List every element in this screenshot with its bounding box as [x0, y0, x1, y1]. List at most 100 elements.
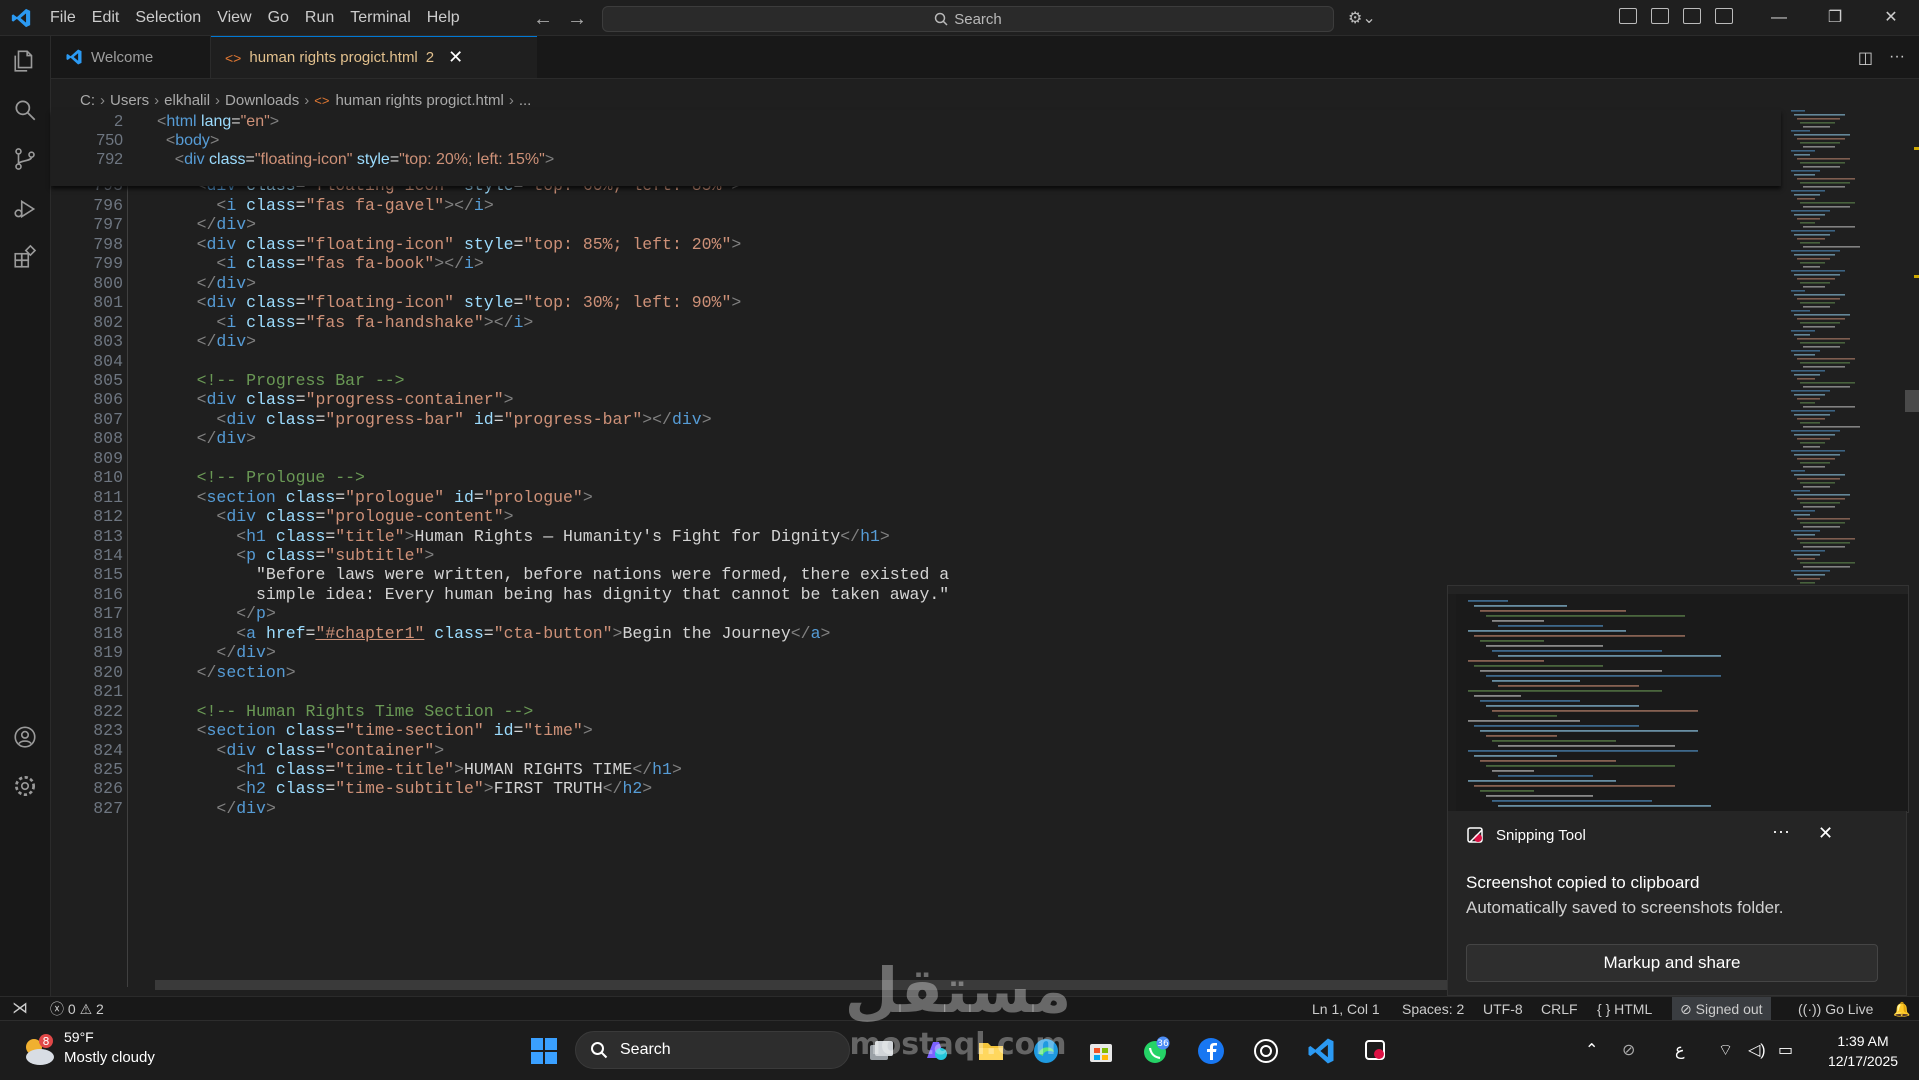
close-window-button[interactable]: ✕: [1863, 0, 1919, 35]
task-view-icon[interactable]: [866, 1036, 896, 1066]
snipping-tool-taskbar-icon[interactable]: [1361, 1036, 1391, 1066]
file-explorer-icon[interactable]: [976, 1036, 1006, 1066]
cursor-position[interactable]: Ln 1, Col 1: [1312, 997, 1380, 1021]
editor-actions: ◫ ···: [1858, 48, 1905, 68]
preview-line: [1480, 790, 1534, 792]
breadcrumb-file[interactable]: human rights progict.html: [335, 92, 503, 109]
minimap-line: [1794, 214, 1825, 216]
run-debug-icon[interactable]: [12, 196, 38, 222]
forward-arrow-icon[interactable]: →: [567, 8, 587, 31]
minimap[interactable]: [1787, 110, 1907, 590]
minimap-line: [1803, 486, 1830, 488]
minimap-line: [1803, 166, 1840, 168]
tab-human-rights-html[interactable]: <> human rights progict.html 2 ✕: [211, 36, 537, 78]
command-center-search[interactable]: Search: [602, 6, 1334, 32]
close-tab-icon[interactable]: ✕: [448, 47, 463, 68]
minimap-line: [1791, 350, 1820, 352]
accounts-status[interactable]: ⊘ Signed out: [1672, 997, 1771, 1021]
restore-button[interactable]: ❐: [1807, 0, 1863, 35]
breadcrumb-symbols[interactable]: ...: [519, 92, 532, 109]
taskbar-search[interactable]: Search: [575, 1031, 850, 1069]
breadcrumb-users[interactable]: Users: [110, 92, 149, 109]
html-file-icon: <>: [314, 92, 330, 108]
menu-help[interactable]: Help: [419, 9, 468, 27]
markup-and-share-button[interactable]: Markup and share: [1466, 944, 1878, 982]
menu-terminal[interactable]: Terminal: [342, 9, 418, 27]
minimap-line: [1797, 358, 1855, 360]
minimap-line: [1803, 126, 1830, 128]
whatsapp-icon[interactable]: 36: [1141, 1036, 1171, 1066]
problems-indicator[interactable]: ⓧ 0 ⚠ 2: [50, 997, 104, 1021]
copilot-icon[interactable]: ⚙⌄: [1348, 8, 1376, 28]
line-content: </div>: [196, 215, 257, 235]
screenshot-preview[interactable]: [1447, 585, 1909, 813]
menu-selection[interactable]: Selection: [127, 9, 209, 27]
breadcrumb-downloads[interactable]: Downloads: [225, 92, 299, 109]
vscode-logo-icon[interactable]: [10, 7, 32, 29]
system-clock[interactable]: 1:39 AM 12/17/2025: [1815, 1031, 1911, 1071]
tab-welcome[interactable]: Welcome: [51, 36, 211, 78]
chatgpt-icon[interactable]: [1251, 1036, 1281, 1066]
minimap-line: [1797, 558, 1815, 560]
line-content: <html lang="en">: [157, 113, 280, 130]
minimap-line: [1794, 154, 1810, 156]
indent-guide: [127, 117, 128, 987]
show-hidden-icons-chevron[interactable]: ⌃: [1585, 1021, 1598, 1080]
settings-gear-icon[interactable]: [12, 773, 38, 799]
line-content: <h1 class="time-title">HUMAN RIGHTS TIME…: [236, 759, 682, 779]
microsoft-store-icon[interactable]: [1086, 1036, 1116, 1066]
source-control-icon[interactable]: [12, 146, 38, 172]
notification-close-icon[interactable]: ✕: [1818, 823, 1833, 844]
search-view-icon[interactable]: [12, 97, 38, 123]
line-content: </section>: [196, 662, 296, 682]
wifi-icon[interactable]: ⌔: [1718, 1021, 1733, 1080]
edge-browser-icon[interactable]: [1031, 1036, 1061, 1066]
accounts-icon[interactable]: [12, 724, 38, 750]
notifications-bell-icon[interactable]: 🔔: [1893, 997, 1910, 1021]
toggle-primary-sidebar-icon[interactable]: [1651, 8, 1669, 24]
explorer-icon[interactable]: [12, 48, 38, 74]
toggle-panel-icon[interactable]: [1683, 8, 1701, 24]
minimap-line: [1803, 246, 1860, 248]
go-live-button[interactable]: ((·)) Go Live: [1798, 997, 1873, 1021]
menu-go[interactable]: Go: [260, 9, 297, 27]
minimap-line: [1800, 542, 1850, 544]
minimize-button[interactable]: —: [1751, 0, 1807, 35]
notification-more-icon[interactable]: ···: [1772, 821, 1790, 842]
extensions-icon[interactable]: [12, 244, 38, 270]
line-content: <body>: [165, 132, 220, 149]
menu-run[interactable]: Run: [297, 9, 342, 27]
indentation[interactable]: Spaces: 2: [1402, 997, 1464, 1021]
menu-file[interactable]: File: [42, 9, 84, 27]
back-arrow-icon[interactable]: ←: [533, 8, 553, 31]
minimap-line: [1791, 190, 1825, 192]
sync-disabled-icon[interactable]: ⊘: [1622, 1021, 1635, 1080]
split-editor-icon[interactable]: ◫: [1858, 48, 1873, 68]
breadcrumb-user[interactable]: elkhalil: [164, 92, 210, 109]
menu-edit[interactable]: Edit: [84, 9, 128, 27]
m365-copilot-icon[interactable]: [921, 1036, 951, 1066]
minimap-line: [1797, 438, 1830, 440]
language-mode[interactable]: { } HTML: [1597, 997, 1652, 1021]
vertical-scrollbar[interactable]: [1905, 110, 1919, 987]
breadcrumb-drive[interactable]: C:: [80, 92, 95, 109]
vscode-taskbar-icon[interactable]: [1306, 1036, 1336, 1066]
preview-line: [1468, 600, 1508, 602]
minimap-line: [1794, 334, 1810, 336]
remote-indicator-icon[interactable]: ⋊: [12, 997, 28, 1021]
menu-view[interactable]: View: [209, 9, 259, 27]
toggle-secondary-sidebar-icon[interactable]: [1715, 8, 1733, 24]
more-actions-icon[interactable]: ···: [1889, 48, 1905, 68]
code-line[interactable]: 792 <div class="floating-icon" style="to…: [51, 148, 1781, 171]
facebook-icon[interactable]: [1196, 1036, 1226, 1066]
customize-layout-icon[interactable]: [1619, 8, 1637, 24]
volume-icon[interactable]: ◁): [1748, 1021, 1766, 1080]
battery-icon[interactable]: ▭: [1778, 1021, 1793, 1080]
windows-start-icon[interactable]: [529, 1036, 559, 1066]
file-encoding[interactable]: UTF-8: [1483, 997, 1523, 1021]
horizontal-scrollbar[interactable]: [155, 980, 1455, 990]
line-ending[interactable]: CRLF: [1541, 997, 1578, 1021]
keyboard-language-indicator[interactable]: ع: [1675, 1021, 1685, 1080]
problems-count-badge: 2: [425, 49, 435, 66]
minimap-line: [1800, 482, 1835, 484]
